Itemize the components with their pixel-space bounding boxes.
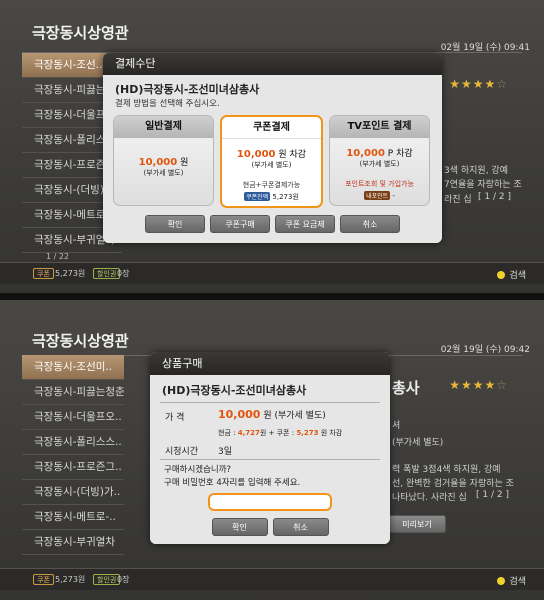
yellow-button-icon — [497, 577, 506, 585]
dialog-button-row: 확인 쿠폰구매 쿠폰 요금제 취소 — [103, 215, 442, 233]
card-title: 일반결제 — [114, 116, 213, 138]
card-note: 포인트조회 및 가입가능 — [345, 180, 414, 188]
menu-item[interactable]: 극장동시-메트로-.. — [22, 505, 124, 530]
viewing-period-label: 시청시간 — [165, 447, 199, 457]
dialog-header: 결제수단 — [103, 53, 442, 75]
card-vat: (부가세 별도) — [143, 169, 184, 177]
search-hint[interactable]: 검색 — [497, 574, 526, 587]
card-vat: (부가세 별도) — [359, 160, 400, 168]
cancel-button[interactable]: 취소 — [340, 215, 400, 233]
viewing-period-value: 3일 — [218, 447, 233, 457]
screen-product-purchase: 극장동시상영관 02월 19일 (수) 09:42 극장동시-조선미.. 극장동… — [0, 300, 544, 600]
description-text: 선, 완벽한 검거율을 자랑하는 조 — [392, 479, 514, 489]
divider — [160, 402, 380, 403]
menu-item[interactable]: 극장동시-부귀열차 — [22, 530, 124, 555]
page-indicator: 1 / 22 — [46, 252, 70, 261]
card-price: 10,000 원 차감 — [236, 149, 307, 160]
bottom-bar: 쿠폰 5,273원 할인권 0장 검색 — [0, 568, 544, 590]
coupon-payment-card[interactable]: 쿠폰결제 10,000 원 차감 (부가세 별도) 현금+쿠폰결제가능 쿠폰잔액… — [220, 115, 323, 208]
background-title: 총사 — [392, 379, 420, 397]
divider — [160, 459, 380, 460]
coupon-balance: 5,273원 — [55, 269, 86, 278]
my-points-tag: 내포인트 — [364, 191, 391, 200]
price-breakdown: 현금 : 4,727원 + 쿠폰 : 5,273 원 차감 — [218, 429, 343, 437]
discount-count: 0장 — [117, 575, 130, 584]
coupon-badge: 쿠폰 — [33, 268, 54, 279]
category-title: 극장동시상영관 — [32, 24, 129, 42]
dialog-subtitle: 결제 방법을 선택해 주십시오. — [115, 99, 220, 109]
product-title: (HD)극장동시-조선미녀삼총사 — [162, 384, 307, 397]
product-title: (HD)극장동시-조선미녀삼총사 — [115, 83, 260, 96]
coupon-plan-button[interactable]: 쿠폰 요금제 — [275, 215, 335, 233]
payment-method-dialog: 결제수단 (HD)극장동시-조선미녀삼총사 결제 방법을 선택해 주십시오. 일… — [103, 53, 442, 243]
card-price: 10,000 원 — [138, 157, 189, 168]
description-text: 라진 십 — [444, 195, 472, 205]
bottom-bar: 쿠폰 5,273원 할인권 0장 검색 — [0, 262, 544, 284]
menu-item[interactable]: 극장동시-(더빙)가.. — [22, 480, 124, 505]
card-price: 10,000 P 차감 — [346, 148, 413, 159]
description-text: 나타났다. 사라진 십 — [392, 493, 467, 503]
cancel-button[interactable]: 취소 — [272, 518, 329, 536]
coupon-balance-tag: 쿠폰잔액 — [244, 192, 271, 201]
password-input[interactable] — [208, 493, 332, 511]
description-text: 셔 — [392, 421, 401, 431]
buy-coupon-button[interactable]: 쿠폰구매 — [210, 215, 270, 233]
menu-item[interactable]: 극장동시-피끓는청춘 — [22, 380, 124, 405]
card-title: 쿠폰결제 — [222, 117, 321, 139]
description-page: [ 1 / 2 ] — [476, 490, 509, 500]
menu-item[interactable]: 극장동시-프로즌그.. — [22, 455, 124, 480]
clock: 02월 19일 (수) 09:42 — [440, 345, 530, 355]
menu-item[interactable]: 극장동시-조선미.. — [22, 355, 124, 380]
screen-payment-method: 극장동시상영관 02월 19일 (수) 09:41 극장동시-조선.. 극장동시… — [0, 0, 544, 293]
general-payment-card[interactable]: 일반결제 10,000 원 (부가세 별도) — [113, 115, 214, 206]
description-text: 3색 하지원, 강예 — [444, 166, 508, 176]
yellow-button-icon — [497, 271, 506, 279]
description-text: 7연율을 자랑하는 조 — [444, 180, 522, 190]
menu-item[interactable]: 극장동시-더울프오.. — [22, 405, 124, 430]
discount-count: 0장 — [117, 269, 130, 278]
rating-stars: ★★★★☆ — [449, 378, 508, 392]
dialog-header: 상품구매 — [150, 352, 390, 375]
purchase-question: 구매하시겠습니까? — [164, 465, 232, 475]
coupon-balance: 5,273원 — [55, 575, 86, 584]
confirm-button[interactable]: 확인 — [211, 518, 268, 536]
my-points-row: 내포인트 - — [364, 191, 395, 200]
screenshot-separator — [0, 293, 544, 300]
password-instruction: 구매 비밀번호 4자리를 입력해 주세요. — [164, 478, 301, 488]
coupon-balance-row: 쿠폰잔액 5,273원 — [244, 192, 299, 201]
coupon-badge: 쿠폰 — [33, 574, 54, 585]
tv-point-payment-card[interactable]: TV포인트 결제 10,000 P 차감 (부가세 별도) 포인트조회 및 가입… — [329, 115, 430, 206]
card-vat: (부가세 별도) — [251, 161, 292, 169]
price-label: 가 격 — [165, 413, 185, 423]
card-title: TV포인트 결제 — [330, 116, 429, 138]
card-note: 현금+쿠폰결제가능 — [242, 181, 301, 189]
search-hint[interactable]: 검색 — [497, 268, 526, 281]
dialog-button-row: 확인 취소 — [150, 518, 390, 536]
category-title: 극장동시상영관 — [32, 332, 129, 350]
description-page: [ 1 / 2 ] — [478, 192, 511, 202]
price-value: 10,000 원 (부가세 별도) — [218, 408, 326, 421]
rating-stars: ★★★★☆ — [449, 77, 508, 91]
preview-button[interactable]: 미리보기 — [388, 515, 446, 533]
vod-menu: 극장동시-조선미.. 극장동시-피끓는청춘 극장동시-더울프오.. 극장동시-폴… — [22, 355, 124, 555]
description-text: (부가세 별도) — [392, 438, 444, 448]
menu-item[interactable]: 극장동시-폴리스스.. — [22, 430, 124, 455]
confirm-button[interactable]: 확인 — [145, 215, 205, 233]
product-purchase-dialog: 상품구매 (HD)극장동시-조선미녀삼총사 가 격 10,000 원 (부가세 … — [150, 352, 390, 544]
description-text: 력 폭발 3점4색 하지원, 강예 — [392, 465, 501, 475]
